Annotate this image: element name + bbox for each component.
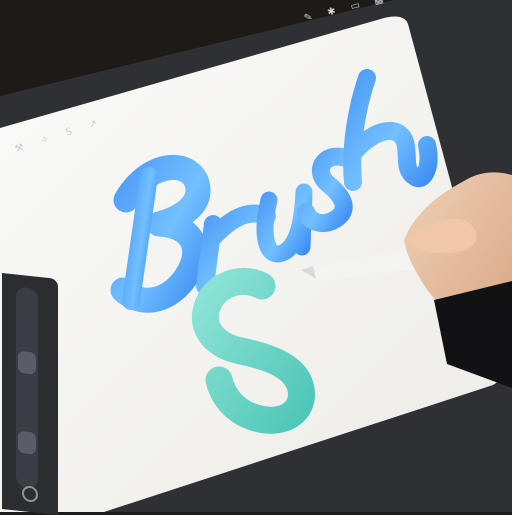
smudge-icon[interactable]: ✱ xyxy=(326,5,338,17)
layers-icon[interactable]: ▦ xyxy=(373,0,385,6)
side-toolbar xyxy=(2,273,58,515)
wrench-icon[interactable]: ⚒ xyxy=(13,142,25,155)
magic-wand-icon[interactable]: ✧ xyxy=(39,133,50,146)
slider-thumb-bottom[interactable] xyxy=(18,431,36,455)
undo-icon[interactable] xyxy=(22,485,38,503)
scene-canvas xyxy=(0,0,512,512)
slider-thumb-top[interactable] xyxy=(18,351,36,375)
transform-icon[interactable]: ↗ xyxy=(87,118,98,131)
selection-icon[interactable]: S xyxy=(64,126,73,138)
brush-icon[interactable]: ✎ xyxy=(303,11,315,23)
brush-size-slider[interactable] xyxy=(16,287,38,489)
eraser-icon[interactable]: ▭ xyxy=(349,0,361,12)
